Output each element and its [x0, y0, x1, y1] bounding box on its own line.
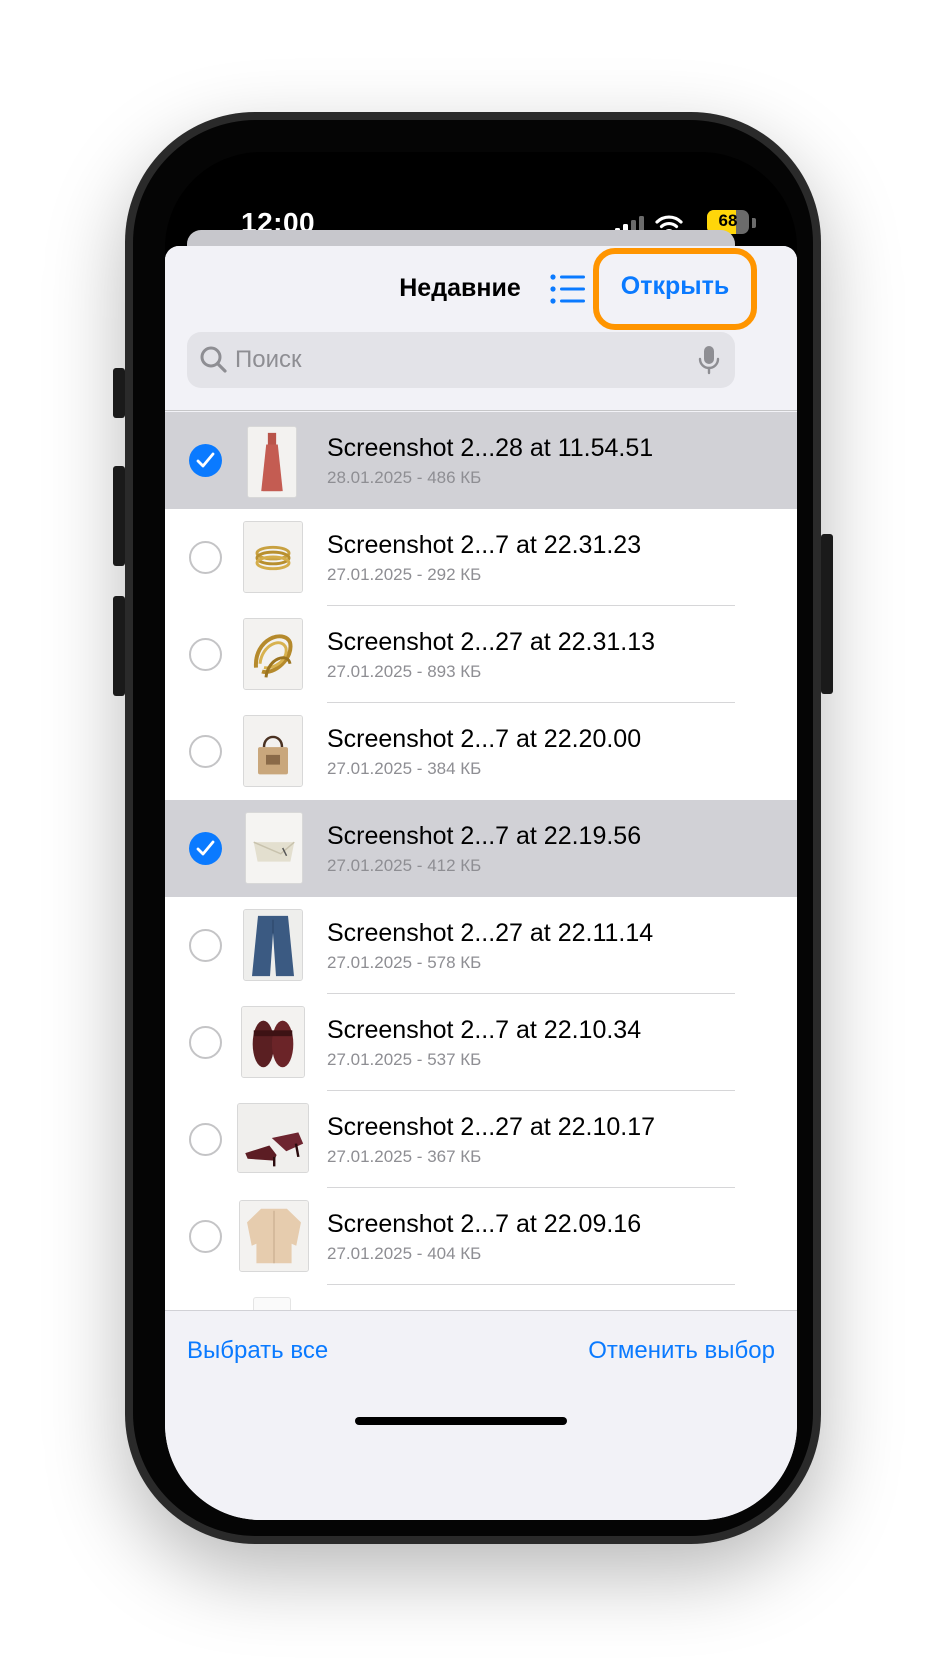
file-row[interactable]: Screenshot 2...7 at 22.19.56 27.01.2025 -… — [165, 800, 797, 897]
page-title: Недавние — [399, 274, 521, 302]
file-row[interactable]: Screenshot 2...7 at 22.09.16 27.01.2025 -… — [165, 1188, 797, 1285]
battery-cap — [752, 218, 756, 228]
file-name: Screenshot 2...27 at 22.31.13 — [327, 628, 656, 656]
file-meta: 28.01.2025 - 486 КБ — [327, 468, 482, 487]
header-divider — [165, 410, 797, 411]
deselect-button[interactable]: Отменить выбор — [588, 1337, 775, 1365]
radio-unchecked-icon[interactable] — [189, 541, 222, 574]
file-meta: 27.01.2025 - 292 КБ — [327, 565, 482, 584]
file-row-partial — [165, 1285, 797, 1310]
file-thumbnail — [243, 618, 303, 690]
radio-unchecked-icon[interactable] — [189, 1220, 222, 1253]
battery-percent: 68 — [718, 211, 738, 230]
search-bar[interactable] — [187, 332, 735, 388]
file-name: Screenshot 2...7 at 22.31.23 — [327, 531, 642, 559]
microphone-icon[interactable] — [697, 344, 721, 376]
file-thumbnail — [253, 1297, 291, 1310]
file-name: Screenshot 2...7 at 22.09.16 — [327, 1210, 642, 1238]
radio-unchecked-icon[interactable] — [189, 929, 222, 962]
file-row[interactable]: Screenshot 2...7 at 22.20.00 27.01.2025 -… — [165, 703, 797, 800]
file-meta: 27.01.2025 - 384 КБ — [327, 759, 482, 778]
file-name: Screenshot 2...7 at 22.10.34 — [327, 1016, 642, 1044]
file-thumbnail — [245, 812, 303, 884]
file-meta: 27.01.2025 - 367 КБ — [327, 1147, 482, 1166]
sheet-header: Недавние Открыть — [165, 246, 797, 416]
phone-frame: 12:00 68 Недавние Открыть Поиск Screensh… — [125, 112, 821, 1544]
file-thumbnail — [243, 521, 303, 593]
select-all-button[interactable]: Выбрать все — [187, 1337, 328, 1365]
radio-unchecked-icon[interactable] — [189, 1026, 222, 1059]
checkmark-icon[interactable] — [189, 444, 222, 477]
file-name: Screenshot 2...7 at 22.20.00 — [327, 725, 642, 753]
list-icon[interactable] — [549, 272, 587, 306]
file-name: Screenshot 2...27 at 22.11.14 — [327, 919, 654, 947]
radio-unchecked-icon[interactable] — [189, 1123, 222, 1156]
action-button — [113, 368, 125, 418]
file-list: Screenshot 2...28 at 11.54.51 28.01.2025 … — [165, 412, 797, 1310]
radio-unchecked-icon[interactable] — [189, 735, 222, 768]
file-thumbnail — [247, 426, 297, 498]
file-thumbnail — [243, 909, 303, 981]
file-row[interactable]: Screenshot 2...27 at 22.31.13 27.01.2025 … — [165, 606, 797, 703]
file-row[interactable]: Screenshot 2...28 at 11.54.51 28.01.2025 … — [165, 412, 797, 509]
file-thumbnail — [239, 1200, 309, 1272]
open-button[interactable]: Открыть — [605, 272, 745, 301]
file-name: Screenshot 2...7 at 22.19.56 — [327, 822, 642, 850]
screen: 12:00 68 Недавние Открыть Поиск Screensh… — [165, 152, 797, 1520]
file-thumbnail — [241, 1006, 305, 1078]
file-meta: 27.01.2025 - 893 КБ — [327, 662, 482, 681]
power-button — [821, 534, 833, 694]
file-row[interactable]: Screenshot 2...27 at 22.11.14 27.01.2025 … — [165, 897, 797, 994]
file-row[interactable]: Screenshot 2...7 at 22.31.23 27.01.2025 -… — [165, 509, 797, 606]
row-separator — [327, 1284, 735, 1285]
file-meta: 27.01.2025 - 537 КБ — [327, 1050, 482, 1069]
file-row[interactable]: Screenshot 2...27 at 22.10.17 27.01.2025 … — [165, 1091, 797, 1188]
search-input[interactable] — [235, 332, 675, 388]
home-indicator — [355, 1417, 567, 1425]
file-meta: 27.01.2025 - 412 КБ — [327, 856, 482, 875]
checkmark-icon[interactable] — [189, 832, 222, 865]
radio-unchecked-icon[interactable] — [189, 638, 222, 671]
file-row[interactable]: Screenshot 2...7 at 22.10.34 27.01.2025 -… — [165, 994, 797, 1091]
bottom-toolbar: Выбрать все Отменить выбор — [165, 1310, 797, 1520]
search-icon — [200, 346, 227, 373]
phone-bezel: 12:00 68 Недавние Открыть Поиск Screensh… — [133, 120, 813, 1536]
volume-up-button — [113, 466, 125, 566]
file-meta: 27.01.2025 - 404 КБ — [327, 1244, 482, 1263]
volume-down-button — [113, 596, 125, 696]
file-meta: 27.01.2025 - 578 КБ — [327, 953, 482, 972]
file-name: Screenshot 2...27 at 22.10.17 — [327, 1113, 656, 1141]
file-thumbnail — [237, 1103, 309, 1173]
file-thumbnail — [243, 715, 303, 787]
file-name: Screenshot 2...28 at 11.54.51 — [327, 434, 654, 462]
file-picker-sheet: Недавние Открыть Поиск Screenshot 2...28… — [165, 246, 797, 1520]
